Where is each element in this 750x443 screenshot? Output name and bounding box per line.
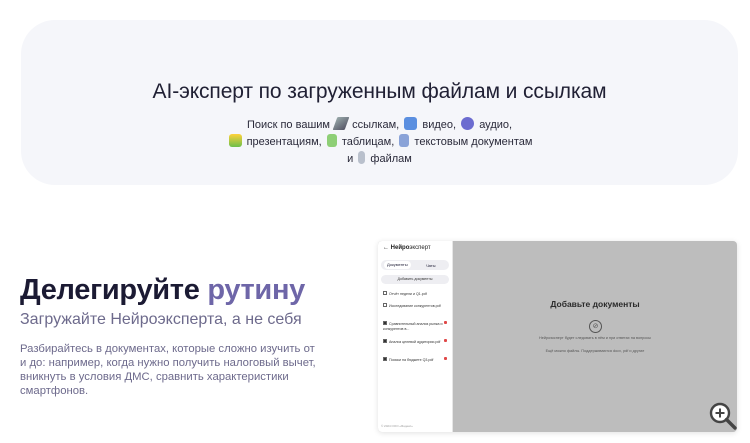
section-title: Делегируйте рутину xyxy=(20,274,305,307)
app-preview-image[interactable]: ← Нейроэксперт Документы Чаты Добавить д… xyxy=(378,241,737,432)
hero-text: презентациям, xyxy=(246,136,322,148)
hero-line-2: презентациям, таблицам, текстовым докуме… xyxy=(21,134,738,150)
doc-checkbox[interactable] xyxy=(383,291,387,295)
section-subtitle: Загружайте Нейроэксперта, а не себя xyxy=(20,311,302,328)
delete-icon[interactable] xyxy=(444,321,447,324)
hero-text: таблицам, xyxy=(341,136,395,148)
hero-text: и xyxy=(347,153,354,165)
paperclip-circle-icon: ⊘ xyxy=(589,320,602,333)
doc-checkbox[interactable] xyxy=(383,357,387,361)
doc-title: Сравнительный анализ рынка и конкурентов… xyxy=(383,322,443,331)
app-sidebar: ← Нейроэксперт Документы Чаты Добавить д… xyxy=(378,241,453,432)
app-main-area: Добавьте документы ⊘ Нейроэксперт будет … xyxy=(453,241,737,432)
doc-checkbox[interactable] xyxy=(383,339,387,343)
table-icon xyxy=(326,134,337,147)
hero-title: AI-эксперт по загруженным файлам и ссылк… xyxy=(152,80,607,103)
doc-item[interactable]: Отчёт недели и Q1.pdf xyxy=(383,291,447,297)
hero-text: ссылкам, xyxy=(352,119,400,131)
doc-item[interactable]: Анализ целевой аудитории.pdf xyxy=(383,339,447,345)
main-subtext: Нейроэксперт будет следовать в нём и при… xyxy=(538,336,652,340)
section-title-accent: рутину xyxy=(207,274,306,306)
link-icon xyxy=(332,117,350,130)
tab-documents[interactable]: Документы xyxy=(384,261,411,269)
delete-icon[interactable] xyxy=(444,339,447,342)
doc-title: Анализ целевой аудитории.pdf xyxy=(389,340,441,344)
hero-text: видео, xyxy=(422,119,457,131)
hero-card: AI-эксперт по загруженным файлам и ссылк… xyxy=(21,20,738,185)
doc-item[interactable]: Сравнительный анализ рынка и конкурентов… xyxy=(383,321,447,332)
doc-title: Исследование конкурентов.pdf xyxy=(389,304,441,308)
doc-checkbox[interactable] xyxy=(383,321,387,325)
zoom-in-icon[interactable] xyxy=(708,401,738,431)
add-documents-button[interactable]: Добавить документы xyxy=(381,275,449,284)
doc-title: Поиски на бюджете Q3.pdf xyxy=(389,358,434,362)
app-brand: ← Нейроэксперт xyxy=(383,245,431,251)
paperclip-icon xyxy=(358,151,366,164)
video-icon xyxy=(404,117,418,130)
doc-checkbox[interactable] xyxy=(383,303,387,307)
delete-icon[interactable] xyxy=(444,357,447,360)
brand-bold: Нейро xyxy=(390,245,410,251)
doc-item[interactable]: Поиски на бюджете Q3.pdf xyxy=(383,357,447,363)
main-title: Добавьте документы xyxy=(550,299,640,309)
doc-title: Отчёт недели и Q1.pdf xyxy=(389,292,427,296)
main-formats: Ещё можно файлы. Поддерживаются docx, pd… xyxy=(545,349,645,353)
hero-text: текстовым документам xyxy=(414,136,533,148)
section-description: Разбирайтесь в документах, которые сложн… xyxy=(20,343,316,397)
hero-line-3: и файлам xyxy=(21,151,738,167)
hero-text: аудио, xyxy=(479,119,513,131)
audio-icon xyxy=(461,117,475,130)
document-icon xyxy=(399,134,410,147)
app-tabs: Документы Чаты xyxy=(381,260,449,270)
presentation-icon xyxy=(228,134,242,147)
doc-item[interactable]: Исследование конкурентов.pdf xyxy=(383,303,447,309)
section-title-main: Делегируйте xyxy=(20,274,200,306)
app-footer: © 2024 ООО «Яндекс» xyxy=(381,424,413,428)
brand-rest: эксперт xyxy=(409,245,431,251)
hero-text: Поиск по вашим xyxy=(246,119,330,131)
hero-text: файлам xyxy=(370,153,412,165)
hero-line-1: Поиск по вашим ссылкам, видео, аудио, xyxy=(21,117,738,133)
tab-chats[interactable]: Чаты xyxy=(426,263,436,268)
